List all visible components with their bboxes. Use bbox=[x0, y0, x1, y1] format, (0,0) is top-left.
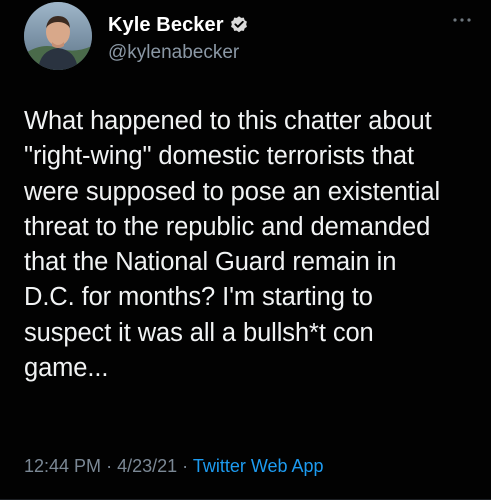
author-names: Kyle Becker @kylenabecker bbox=[108, 12, 249, 64]
meta-separator: · bbox=[182, 456, 189, 476]
verified-badge-icon bbox=[229, 15, 249, 35]
author-display-name[interactable]: Kyle Becker bbox=[108, 14, 224, 37]
tweet-header: Kyle Becker @kylenabecker bbox=[24, 0, 474, 80]
author-handle[interactable]: @kylenabecker bbox=[108, 42, 249, 64]
tweet-meta: 12:44 PM · 4/23/21 · Twitter Web App bbox=[24, 456, 324, 477]
avatar[interactable] bbox=[24, 2, 92, 70]
tweet-time[interactable]: 12:44 PM bbox=[24, 456, 101, 476]
tweet-date[interactable]: 4/23/21 bbox=[117, 456, 177, 476]
tweet-source-link[interactable]: Twitter Web App bbox=[193, 456, 324, 476]
tweet-text: What happened to this chatter about "rig… bbox=[24, 107, 441, 383]
tweet-card: Kyle Becker @kylenabecker What happened … bbox=[0, 0, 491, 500]
meta-separator: · bbox=[106, 456, 113, 476]
more-icon[interactable] bbox=[450, 8, 474, 32]
avatar-image bbox=[24, 2, 92, 70]
name-row: Kyle Becker bbox=[108, 12, 249, 38]
